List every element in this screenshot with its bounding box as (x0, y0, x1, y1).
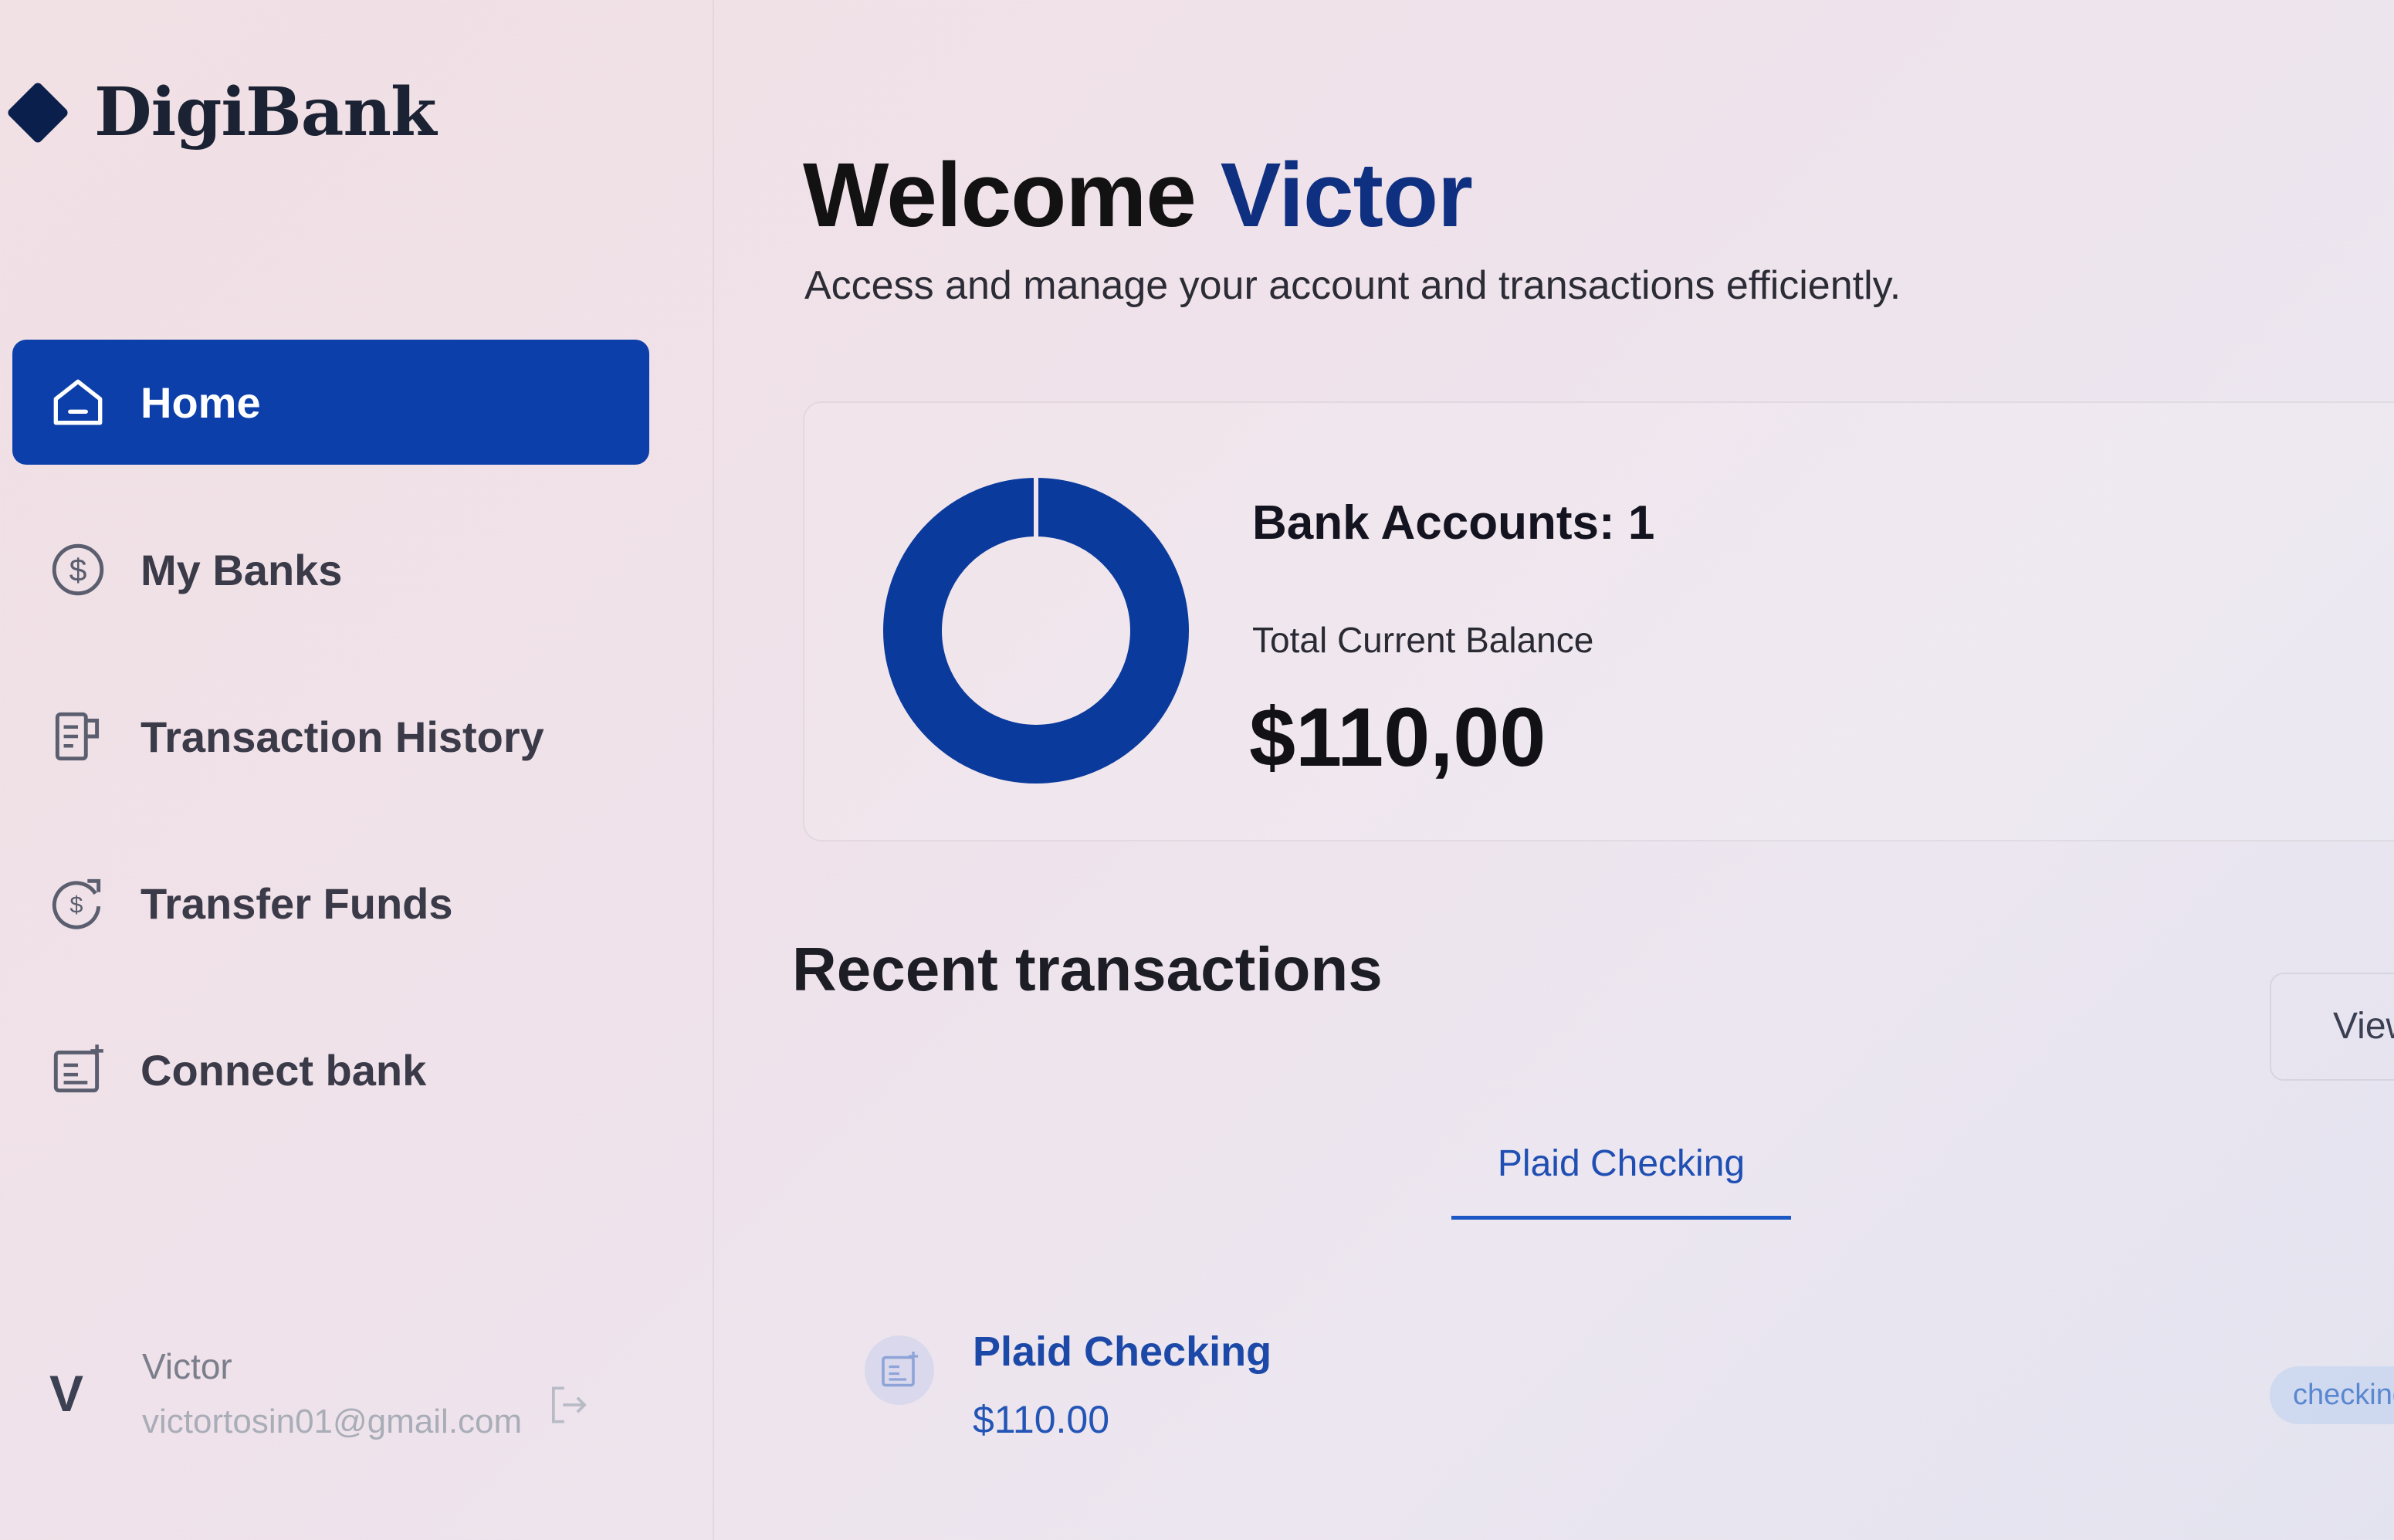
logout-icon[interactable] (545, 1381, 593, 1429)
total-balance-label: Total Current Balance (1252, 620, 1594, 660)
logo-text: DigiBank (94, 73, 437, 151)
receipt-icon (46, 705, 110, 768)
page-subtitle: Access and manage your account and trans… (804, 263, 1901, 308)
sidebar: DigiBank Home $ My Banks Transaction His… (0, 0, 714, 1540)
balance-donut-chart (882, 476, 1190, 785)
svg-text:$: $ (69, 552, 87, 587)
svg-text:$: $ (69, 891, 83, 918)
sidebar-item-label: Connect bank (141, 1045, 427, 1095)
logo-diamond-icon (5, 80, 70, 144)
sidebar-item-label: My Banks (141, 545, 343, 594)
recent-transactions-title: Recent transactions (792, 935, 1383, 1004)
sidebar-item-transfer-funds[interactable]: $ Transfer Funds (12, 841, 649, 965)
tab-label: Plaid Checking (1497, 1143, 1746, 1184)
view-all-button[interactable]: View (2270, 973, 2394, 1081)
bank-account-name: Plaid Checking (973, 1328, 1272, 1375)
user-profile[interactable]: V Victor victortosin01@gmail.com (49, 1335, 652, 1451)
sidebar-item-label: Transfer Funds (141, 878, 453, 928)
bank-icon (865, 1335, 934, 1405)
sidebar-item-transaction-history[interactable]: Transaction History (12, 675, 649, 798)
main-content: Welcome Victor Access and manage your ac… (787, 0, 2394, 1540)
account-type-badge: checking (2270, 1366, 2394, 1424)
sidebar-item-label: Home (141, 377, 261, 427)
connect-bank-icon (46, 1038, 110, 1102)
user-name: Victor (142, 1346, 232, 1386)
logo[interactable]: DigiBank (5, 73, 437, 151)
dollar-circle-icon: $ (46, 538, 110, 601)
total-balance-value: $110,00 (1249, 690, 1546, 784)
welcome-prefix: Welcome (803, 144, 1197, 246)
sidebar-item-label: Transaction History (141, 712, 544, 761)
user-email: victortosin01@gmail.com (142, 1403, 523, 1440)
welcome-user-name: Victor (1220, 144, 1473, 246)
sidebar-item-connect-bank[interactable]: Connect bank (12, 1008, 649, 1132)
page-title: Welcome Victor (803, 143, 1473, 248)
tab-plaid-checking[interactable]: Plaid Checking (1451, 1135, 1791, 1220)
transfer-icon: $ (46, 872, 110, 935)
bank-info-row[interactable]: Plaid Checking $110.00 checking (834, 1328, 2394, 1459)
sidebar-item-my-banks[interactable]: $ My Banks (12, 508, 649, 631)
user-info: Victor victortosin01@gmail.com (142, 1345, 522, 1441)
bank-account-balance: $110.00 (973, 1398, 1110, 1441)
avatar: V (49, 1365, 84, 1422)
sidebar-item-home[interactable]: Home (12, 340, 649, 465)
bank-accounts-count: Bank Accounts: 1 (1252, 496, 1655, 550)
home-icon (46, 371, 110, 434)
tab-active-indicator (1451, 1216, 1791, 1220)
total-balance-card: Bank Accounts: 1 Total Current Balance $… (803, 401, 2394, 841)
sidebar-nav: Home $ My Banks Transaction History $ Tr… (12, 340, 649, 1175)
